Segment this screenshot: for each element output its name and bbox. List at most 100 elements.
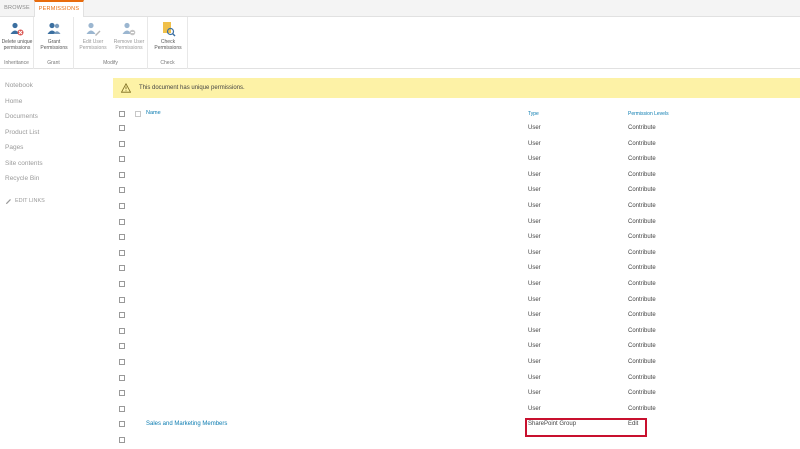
group-check: Check Permissions Check [148, 17, 188, 69]
row-checkbox[interactable] [119, 249, 125, 256]
nav-item-pages[interactable]: Pages [0, 140, 112, 156]
row-type: User [528, 234, 541, 241]
row-checkbox[interactable] [119, 156, 125, 163]
remove-user-permissions-label: Remove User Permissions [113, 39, 145, 51]
row-checkbox[interactable] [119, 296, 125, 303]
row-checkbox[interactable] [119, 280, 125, 287]
row-checkbox[interactable] [119, 358, 125, 365]
column-header-name[interactable]: Name [146, 110, 161, 116]
alert-message: This document has unique permissions. [139, 85, 245, 91]
nav-item-site-contents[interactable]: Site contents [0, 156, 112, 172]
table-row[interactable]: User Contribute [113, 340, 800, 356]
nav-item-documents[interactable]: Documents [0, 109, 112, 125]
row-type: User [528, 296, 541, 303]
table-row[interactable]: User Contribute [113, 138, 800, 154]
table-row[interactable]: User Contribute [113, 325, 800, 341]
row-permission-level: Contribute [628, 327, 656, 334]
nav-item-product-list[interactable]: Product List [0, 125, 112, 141]
row-permission-level: Contribute [628, 343, 656, 350]
row-permission-level: Contribute [628, 234, 656, 241]
edit-links-link[interactable]: EDIT LINKS [0, 194, 112, 210]
group-grant: Grant Permissions Grant [34, 17, 74, 69]
ribbon: Delete unique permissions Inheritance Gr… [0, 17, 800, 69]
row-checkbox[interactable] [119, 202, 125, 209]
row-checkbox[interactable] [119, 343, 125, 350]
nav-item-notebook[interactable]: Notebook [0, 78, 112, 94]
row-name-link[interactable]: Sales and Marketing Members [146, 421, 227, 427]
check-permissions-button[interactable]: Check Permissions [150, 21, 186, 51]
select-all-checkbox[interactable] [119, 111, 125, 117]
row-checkbox[interactable] [119, 327, 125, 334]
table-row[interactable]: User Contribute [113, 153, 800, 169]
row-permission-level: Contribute [628, 280, 656, 287]
table-row[interactable]: User Contribute [113, 403, 800, 419]
tab-browse[interactable]: BROWSE [0, 0, 34, 17]
table-row[interactable]: User Contribute [113, 169, 800, 185]
row-checkbox[interactable] [119, 421, 125, 428]
grant-permissions-button[interactable]: Grant Permissions [36, 21, 72, 51]
table-row[interactable]: User Contribute [113, 278, 800, 294]
row-permission-level: Contribute [628, 390, 656, 397]
table-row[interactable]: User Contribute [113, 356, 800, 372]
row-permission-level: Contribute [628, 374, 656, 381]
table-row[interactable] [113, 434, 800, 449]
row-type: User [528, 156, 541, 163]
row-checkbox[interactable] [119, 218, 125, 225]
row-checkbox[interactable] [119, 312, 125, 319]
grant-permissions-label: Grant Permissions [40, 39, 68, 51]
group-label-inheritance: Inheritance [4, 60, 29, 66]
table-row[interactable]: User Contribute [113, 387, 800, 403]
row-checkbox[interactable] [119, 187, 125, 194]
pencil-icon [5, 198, 11, 204]
table-row[interactable]: User Contribute [113, 372, 800, 388]
row-type: User [528, 390, 541, 397]
row-permission-level: Contribute [628, 156, 656, 163]
row-permission-level: Contribute [628, 265, 656, 272]
row-checkbox[interactable] [119, 140, 125, 147]
row-checkbox[interactable] [119, 265, 125, 272]
users-remove-icon [122, 22, 136, 36]
table-row[interactable]: User Contribute [113, 216, 800, 232]
table-row[interactable]: User Contribute [113, 231, 800, 247]
row-type: User [528, 218, 541, 225]
column-header-type[interactable]: Type [528, 111, 539, 117]
row-type: User [528, 280, 541, 287]
row-checkbox[interactable] [119, 234, 125, 241]
row-checkbox[interactable] [119, 125, 125, 131]
row-permission-level: Contribute [628, 171, 656, 178]
table-row[interactable]: User Contribute [113, 122, 800, 138]
row-checkbox[interactable] [119, 436, 125, 443]
edit-user-permissions-button[interactable]: Edit User Permissions [75, 21, 111, 51]
table-row[interactable]: User Contribute [113, 262, 800, 278]
group-inheritance: Delete unique permissions Inheritance [0, 17, 34, 69]
row-permission-level: Contribute [628, 187, 656, 194]
key-check-icon [163, 22, 176, 37]
row-checkbox[interactable] [119, 374, 125, 381]
table-row[interactable]: User Contribute [113, 184, 800, 200]
table-row[interactable]: Sales and Marketing Members SharePoint Gr… [113, 418, 800, 434]
row-permission-level: Contribute [628, 358, 656, 365]
row-type: User [528, 171, 541, 178]
tab-permissions[interactable]: PERMISSIONS [34, 0, 84, 18]
nav-item-recycle-bin[interactable]: Recycle Bin [0, 171, 112, 187]
column-header-permission-levels[interactable]: Permission Levels [628, 111, 669, 117]
row-permission-level: Contribute [628, 249, 656, 256]
table-row[interactable]: User Contribute [113, 247, 800, 263]
table-row[interactable]: User Contribute [113, 294, 800, 310]
remove-user-permissions-button[interactable]: Remove User Permissions [111, 21, 147, 51]
edit-links-label: EDIT LINKS [15, 197, 45, 204]
row-checkbox[interactable] [119, 405, 125, 412]
row-checkbox[interactable] [119, 171, 125, 178]
header-selector[interactable] [135, 111, 141, 117]
delete-unique-permissions-button[interactable]: Delete unique permissions [0, 21, 35, 51]
permissions-table: Name Type Permission Levels User Contribu… [113, 108, 800, 449]
row-checkbox[interactable] [119, 390, 125, 397]
row-type: User [528, 140, 541, 147]
group-label-grant: Grant [47, 60, 60, 66]
table-row[interactable]: User Contribute [113, 200, 800, 216]
table-row[interactable]: User Contribute [113, 309, 800, 325]
nav-item-home[interactable]: Home [0, 94, 112, 110]
row-type: User [528, 327, 541, 334]
row-type: User [528, 312, 541, 319]
table-header: Name Type Permission Levels [113, 108, 800, 122]
